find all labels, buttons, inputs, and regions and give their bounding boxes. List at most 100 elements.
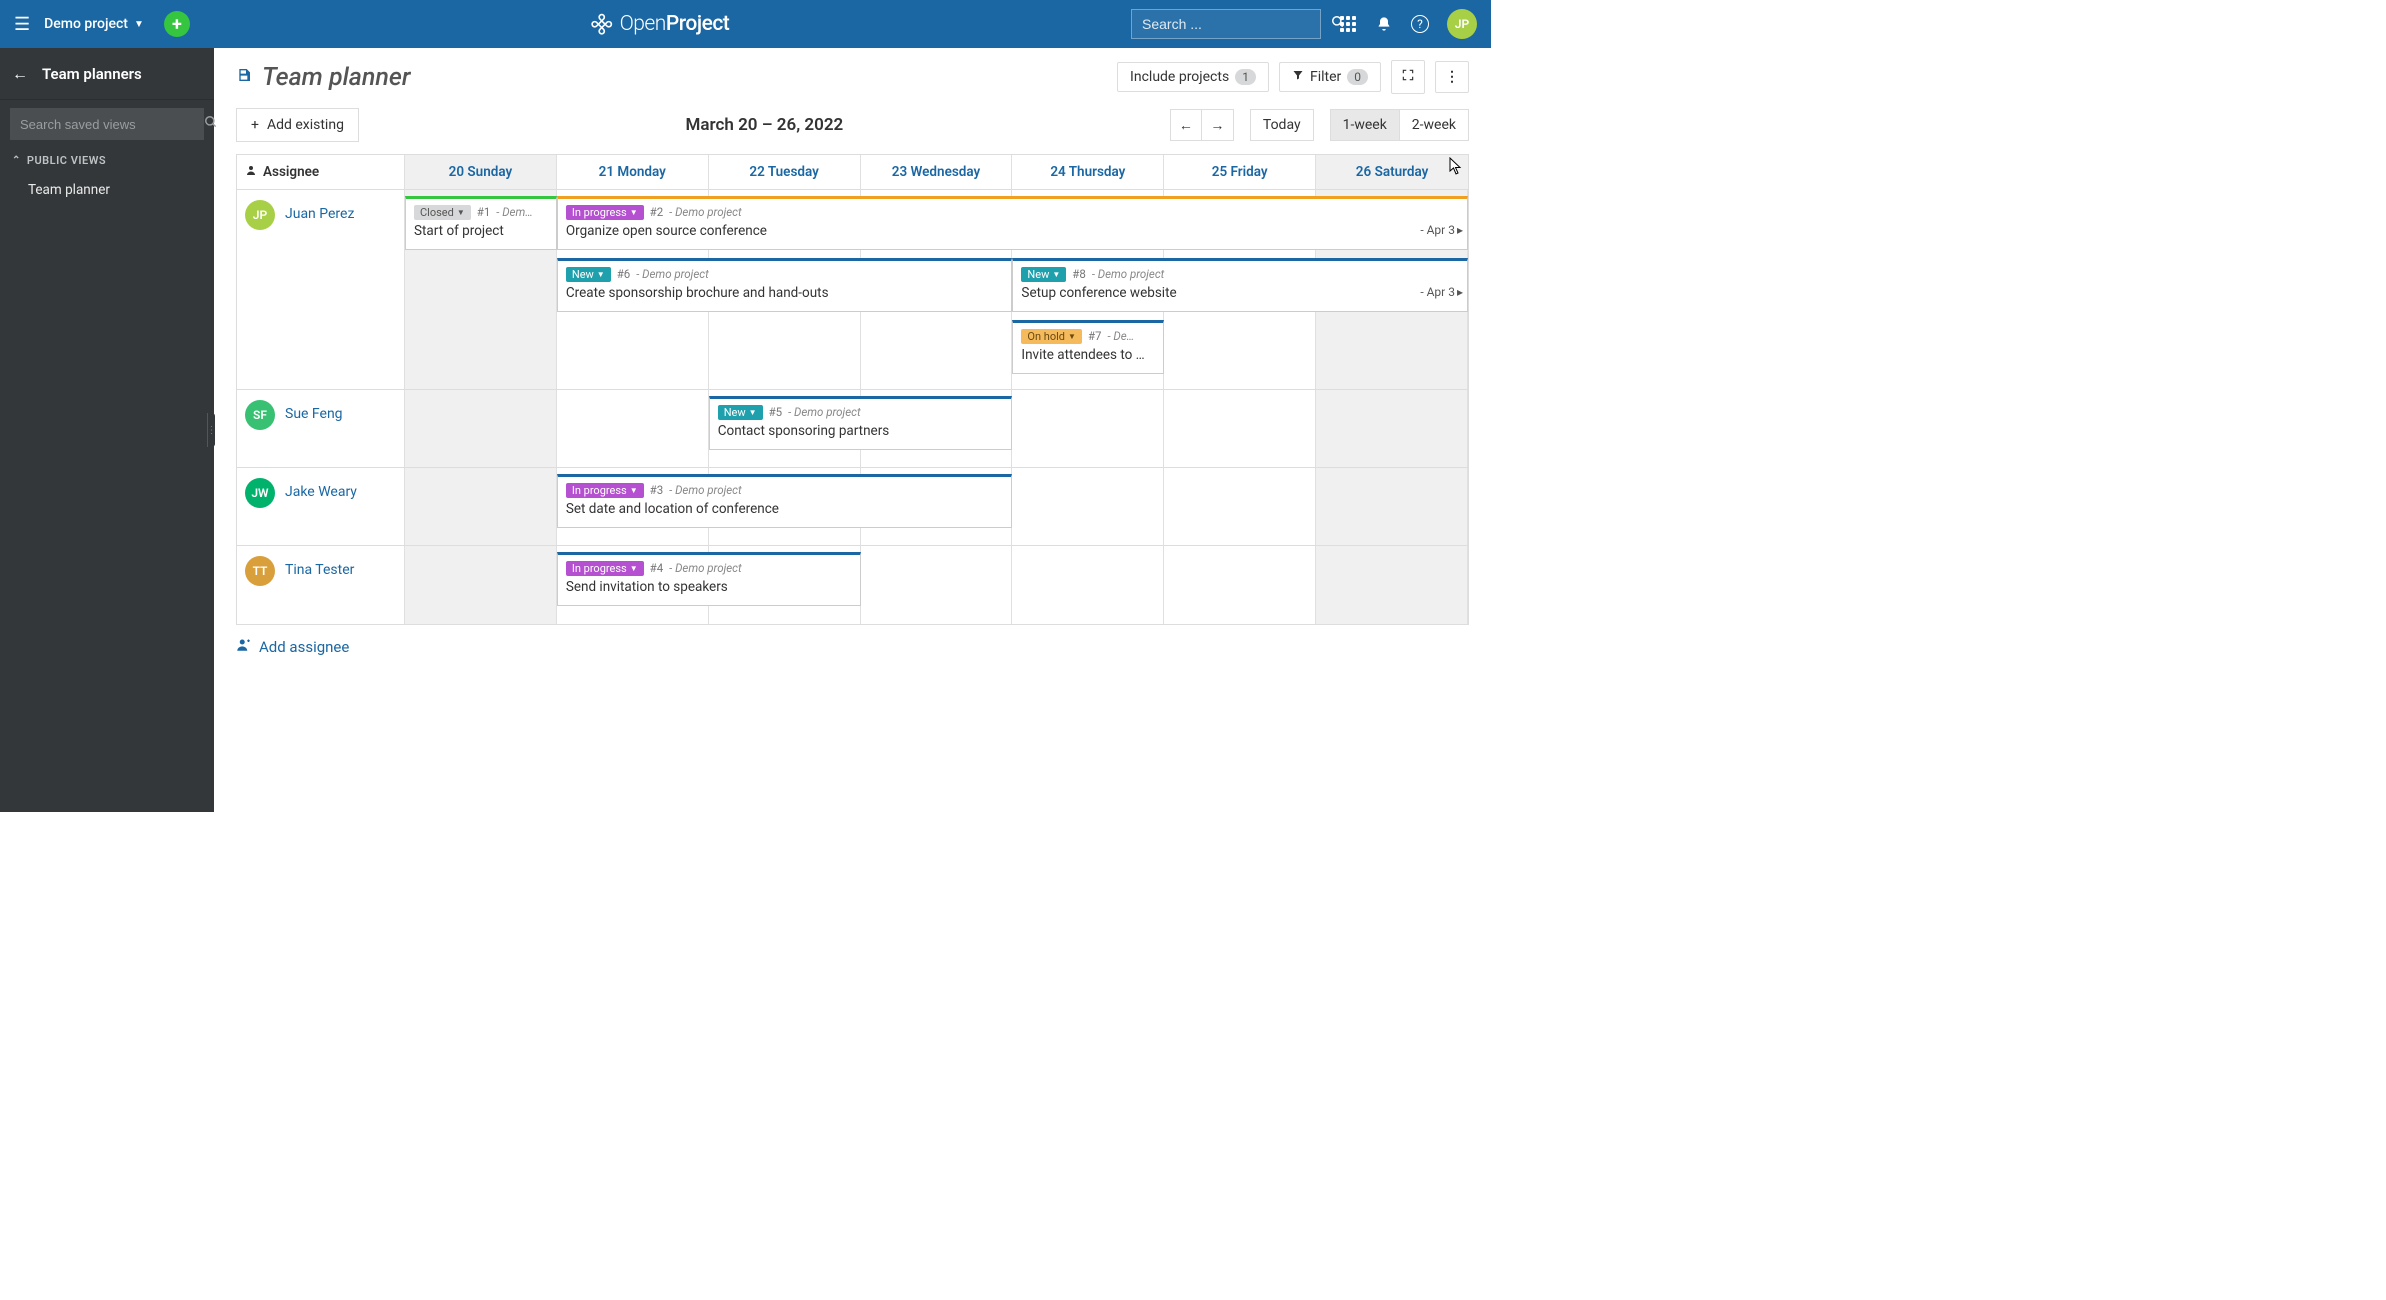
user-avatar[interactable]: JP	[1447, 9, 1477, 39]
global-add-button[interactable]: +	[164, 11, 190, 37]
menu-toggle-icon[interactable]: ☰	[14, 14, 30, 35]
status-badge[interactable]: In progress▼	[566, 561, 644, 576]
view-2week-button[interactable]: 2-week	[1399, 110, 1468, 140]
wp-title: Start of project	[414, 223, 548, 239]
sidebar-section-public-views[interactable]: ⌃ PUBLIC VIEWS	[0, 152, 214, 173]
day-header-fri: 25 Friday	[1164, 155, 1316, 190]
page-title: Team planner	[262, 63, 410, 92]
modules-icon[interactable]	[1339, 15, 1357, 33]
wp-title: Setup conference website	[1021, 285, 1459, 301]
filter-icon	[1292, 69, 1304, 85]
assignee-name-link[interactable]: Tina Tester	[285, 556, 354, 578]
day-header-thu: 24 Thursday	[1012, 155, 1164, 190]
wp-card-8[interactable]: New▼ #8 - Demo project Setup conference …	[1012, 258, 1468, 312]
logo-text: OpenOpenProjectProject	[620, 12, 730, 36]
wp-project: - De…	[1107, 329, 1134, 343]
avatar: JP	[245, 200, 275, 230]
main-header: Team planner Include projects 1 Filter 0…	[214, 48, 1491, 98]
next-week-button[interactable]: →	[1202, 109, 1234, 141]
add-assignee-label: Add assignee	[259, 638, 349, 656]
assignee-name-link[interactable]: Juan Perez	[285, 200, 354, 222]
chevron-down-icon: ▼	[134, 19, 144, 30]
wp-id: #5	[769, 405, 783, 419]
view-1week-button[interactable]: 1-week	[1331, 110, 1399, 140]
wp-card-4[interactable]: In progress▼ #4 - Demo project Send invi…	[557, 552, 861, 606]
filter-label: Filter	[1310, 69, 1341, 85]
sidebar-resize-handle[interactable]: ⋮	[207, 413, 215, 447]
assignee-name-link[interactable]: Sue Feng	[285, 400, 343, 422]
status-badge[interactable]: On hold▼	[1021, 329, 1082, 344]
plus-icon: +	[251, 117, 259, 133]
chevron-right-icon: ▸	[1457, 285, 1463, 299]
sidebar-header: ← Team planners	[0, 48, 214, 100]
filter-button[interactable]: Filter 0	[1279, 62, 1381, 92]
include-projects-label: Include projects	[1130, 69, 1229, 85]
fullscreen-button[interactable]	[1391, 60, 1425, 94]
wp-title: Invite attendees to …	[1021, 347, 1155, 363]
more-menu-button[interactable]: ⋮	[1435, 61, 1469, 93]
assignee-cell: TT Tina Tester	[237, 546, 405, 624]
date-range: March 20 – 26, 2022	[369, 115, 1160, 135]
today-button[interactable]: Today	[1250, 109, 1314, 141]
status-badge[interactable]: In progress▼	[566, 205, 644, 220]
status-badge[interactable]: New▼	[718, 405, 763, 420]
add-person-icon	[236, 637, 251, 656]
global-search[interactable]	[1131, 9, 1321, 39]
wp-id: #2	[650, 205, 664, 219]
sidebar-search-input[interactable]	[20, 117, 196, 132]
status-badge[interactable]: New▼	[1021, 267, 1066, 282]
wp-card-6[interactable]: New▼ #6 - Demo project Create sponsorshi…	[557, 258, 1013, 312]
week-nav: ← →	[1170, 109, 1234, 141]
wp-title: Contact sponsoring partners	[718, 423, 1004, 439]
save-icon[interactable]	[236, 67, 252, 87]
wp-id: #3	[650, 483, 664, 497]
assignee-row-jake-weary: JW Jake Weary In progress▼ #3 - Demo pro…	[237, 468, 1468, 546]
assignee-row-sue-feng: SF Sue Feng New▼ #5 - Demo project Conta…	[237, 390, 1468, 468]
assignee-cell: JW Jake Weary	[237, 468, 405, 545]
wp-card-7[interactable]: On hold▼ #7 - De… Invite attendees to …	[1012, 320, 1164, 374]
wp-project: - Dem…	[496, 205, 532, 219]
wp-project: - Demo project	[636, 267, 708, 281]
back-icon[interactable]: ←	[12, 64, 28, 84]
assignee-name-link[interactable]: Jake Weary	[285, 478, 357, 500]
avatar: SF	[245, 400, 275, 430]
status-badge[interactable]: New▼	[566, 267, 611, 282]
avatar: JW	[245, 478, 275, 508]
status-badge[interactable]: Closed▼	[414, 205, 471, 220]
help-icon[interactable]: ?	[1411, 15, 1429, 33]
assignee-row-tina-tester: TT Tina Tester In progress▼ #4 - Demo pr…	[237, 546, 1468, 624]
include-projects-button[interactable]: Include projects 1	[1117, 62, 1269, 92]
wp-project: - Demo project	[669, 561, 741, 575]
kebab-icon: ⋮	[1445, 69, 1459, 85]
sidebar-item-team-planner[interactable]: Team planner	[0, 173, 214, 207]
view-toggle: 1-week 2-week	[1330, 109, 1469, 141]
top-right: ? JP	[1131, 9, 1477, 39]
status-badge[interactable]: In progress▼	[566, 483, 644, 498]
wp-project: - Demo project	[788, 405, 860, 419]
avatar: TT	[245, 556, 275, 586]
chevron-up-icon: ⌃	[12, 155, 21, 166]
wp-id: #7	[1088, 329, 1102, 343]
global-search-input[interactable]	[1142, 16, 1323, 32]
planner-header-row: Assignee 20 Sunday 21 Monday 22 Tuesday …	[237, 155, 1468, 190]
sidebar-search[interactable]	[10, 108, 204, 140]
logo-icon: ⌘	[586, 8, 619, 41]
wp-card-3[interactable]: In progress▼ #3 - Demo project Set date …	[557, 474, 1013, 528]
prev-week-button[interactable]: ←	[1170, 109, 1202, 141]
notifications-icon[interactable]	[1375, 15, 1393, 33]
day-header-sat: 26 Saturday	[1316, 155, 1468, 190]
wp-card-5[interactable]: New▼ #5 - Demo project Contact sponsorin…	[709, 396, 1013, 450]
assignee-column-header: Assignee	[237, 155, 405, 190]
wp-card-2[interactable]: In progress▼ #2 - Demo project Organize …	[557, 196, 1468, 250]
continues-right: - Apr 3 ▸	[1420, 223, 1463, 237]
wp-id: #6	[617, 267, 631, 281]
wp-card-1[interactable]: Closed▼ #1 - Dem… Start of project	[405, 196, 557, 250]
assignee-header-label: Assignee	[263, 164, 319, 180]
project-selector[interactable]: Demo project ▼	[44, 16, 144, 32]
chevron-right-icon: ▸	[1457, 223, 1463, 237]
wp-id: #1	[477, 205, 491, 219]
search-icon	[204, 115, 218, 133]
add-assignee-button[interactable]: Add assignee	[214, 625, 1491, 668]
wp-project: - Demo project	[669, 205, 741, 219]
add-existing-button[interactable]: + Add existing	[236, 108, 359, 142]
